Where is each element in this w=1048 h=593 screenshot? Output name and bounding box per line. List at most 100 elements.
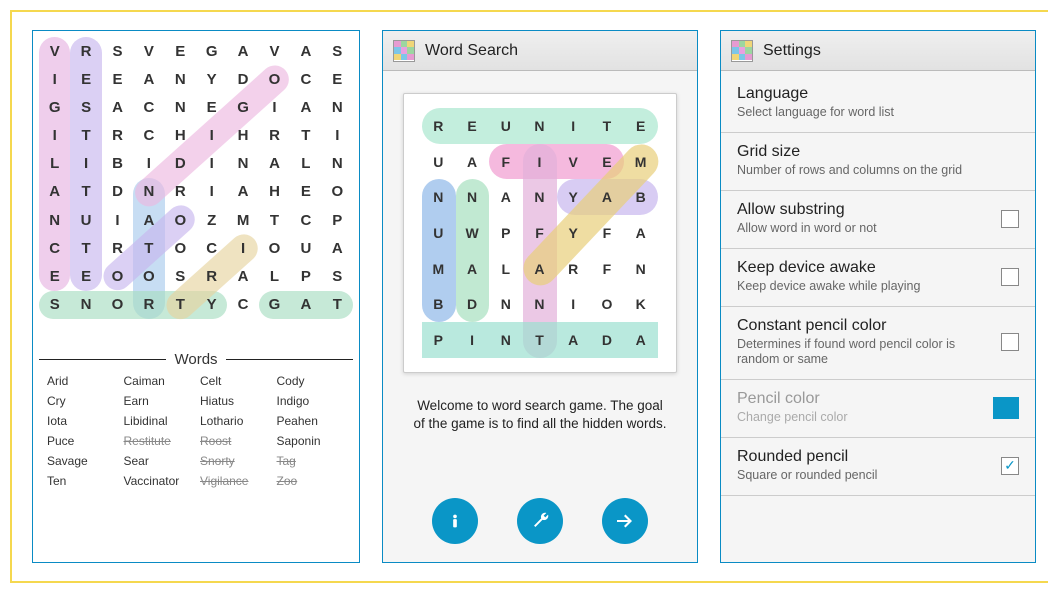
grid-cell[interactable]: T (70, 122, 101, 150)
grid-cell[interactable]: B (422, 287, 456, 323)
grid-cell[interactable]: A (456, 144, 490, 180)
setting-awake[interactable]: Keep device awakeKeep device awake while… (721, 249, 1035, 307)
grid-cell[interactable]: E (70, 262, 101, 290)
grid-cell[interactable]: O (165, 206, 196, 234)
grid-cell[interactable]: E (456, 108, 490, 144)
grid-cell[interactable]: F (523, 215, 557, 251)
grid-cell[interactable]: M (422, 251, 456, 287)
grid-cell[interactable]: R (557, 251, 591, 287)
grid-cell[interactable]: E (165, 37, 196, 65)
grid-cell[interactable]: U (290, 234, 321, 262)
grid-cell[interactable]: R (133, 291, 164, 319)
grid-cell[interactable]: L (39, 150, 70, 178)
grid-cell[interactable]: I (456, 322, 490, 358)
preview-grid[interactable]: REUNITEUAFIVEMNNANYABUWPFYFAMALARFNBDNNI… (422, 108, 658, 358)
grid-cell[interactable]: I (102, 206, 133, 234)
grid-cell[interactable]: S (39, 291, 70, 319)
setting-pencilcolor[interactable]: Pencil colorChange pencil color (721, 380, 1035, 438)
grid-cell[interactable]: F (591, 251, 625, 287)
grid-cell[interactable]: I (39, 65, 70, 93)
checkbox[interactable] (1001, 210, 1019, 228)
grid-cell[interactable]: W (456, 215, 490, 251)
grid-cell[interactable]: H (259, 178, 290, 206)
grid-cell[interactable]: N (523, 108, 557, 144)
grid-cell[interactable]: T (523, 322, 557, 358)
grid-cell[interactable]: D (591, 322, 625, 358)
grid-cell[interactable] (165, 319, 196, 347)
grid-cell[interactable]: P (322, 206, 353, 234)
grid-cell[interactable]: N (227, 150, 258, 178)
grid-cell[interactable]: I (196, 150, 227, 178)
grid-cell[interactable]: C (227, 291, 258, 319)
grid-cell[interactable]: M (624, 144, 658, 180)
grid-cell[interactable]: N (165, 93, 196, 121)
letter-grid[interactable]: VRSVEGAVASIEEANYDOCEGSACNEGIANITRCHIHRTI… (39, 37, 353, 347)
grid-cell[interactable]: R (422, 108, 456, 144)
grid-cell[interactable]: B (624, 179, 658, 215)
grid-cell[interactable]: Y (557, 179, 591, 215)
grid-cell[interactable]: U (422, 144, 456, 180)
setting-rounded[interactable]: Rounded pencilSquare or rounded pencil✓ (721, 438, 1035, 496)
grid-cell[interactable]: N (165, 65, 196, 93)
grid-cell[interactable]: H (165, 122, 196, 150)
grid-cell[interactable]: G (227, 93, 258, 121)
grid-cell[interactable]: I (322, 122, 353, 150)
grid-cell[interactable]: N (39, 206, 70, 234)
grid-cell[interactable]: N (422, 179, 456, 215)
grid-cell[interactable]: O (165, 234, 196, 262)
grid-cell[interactable]: T (591, 108, 625, 144)
grid-cell[interactable]: T (165, 291, 196, 319)
grid-cell[interactable]: E (290, 178, 321, 206)
grid-cell[interactable]: E (102, 65, 133, 93)
grid-cell[interactable]: C (290, 65, 321, 93)
grid-cell[interactable]: L (290, 150, 321, 178)
grid-cell[interactable]: O (259, 65, 290, 93)
grid-cell[interactable]: O (133, 262, 164, 290)
setting-constcolor[interactable]: Constant pencil colorDetermines if found… (721, 307, 1035, 380)
grid-cell[interactable]: M (227, 206, 258, 234)
grid-cell[interactable]: N (456, 179, 490, 215)
grid-cell[interactable]: R (165, 178, 196, 206)
grid-cell[interactable]: A (557, 322, 591, 358)
grid-cell[interactable]: O (102, 291, 133, 319)
grid-cell[interactable]: T (322, 291, 353, 319)
grid-cell[interactable] (102, 319, 133, 347)
grid-cell[interactable]: S (165, 262, 196, 290)
grid-cell[interactable]: O (591, 287, 625, 323)
checkbox[interactable] (1001, 333, 1019, 351)
grid-cell[interactable]: I (227, 234, 258, 262)
grid-cell[interactable] (133, 319, 164, 347)
grid-cell[interactable] (290, 319, 321, 347)
grid-cell[interactable]: A (102, 93, 133, 121)
grid-cell[interactable]: L (489, 251, 523, 287)
grid-cell[interactable] (322, 319, 353, 347)
grid-cell[interactable]: S (102, 37, 133, 65)
grid-cell[interactable]: C (133, 93, 164, 121)
grid-cell[interactable]: I (133, 150, 164, 178)
grid-cell[interactable]: A (624, 322, 658, 358)
grid-cell[interactable]: E (196, 93, 227, 121)
grid-cell[interactable] (39, 319, 70, 347)
color-swatch[interactable] (993, 397, 1019, 419)
setting-gridsize[interactable]: Grid sizeNumber of rows and columns on t… (721, 133, 1035, 191)
grid-cell[interactable]: I (196, 122, 227, 150)
grid-cell[interactable]: D (165, 150, 196, 178)
grid-cell[interactable]: V (259, 37, 290, 65)
grid-cell[interactable]: R (102, 122, 133, 150)
grid-cell[interactable]: G (196, 37, 227, 65)
grid-cell[interactable]: A (227, 262, 258, 290)
grid-cell[interactable]: R (102, 234, 133, 262)
grid-cell[interactable]: C (133, 122, 164, 150)
grid-cell[interactable]: S (70, 93, 101, 121)
grid-cell[interactable]: H (227, 122, 258, 150)
settings-button[interactable] (517, 498, 563, 544)
grid-cell[interactable]: B (102, 150, 133, 178)
grid-cell[interactable] (227, 319, 258, 347)
grid-cell[interactable]: L (259, 262, 290, 290)
grid-cell[interactable]: N (133, 178, 164, 206)
grid-cell[interactable]: A (591, 179, 625, 215)
grid-cell[interactable] (70, 319, 101, 347)
grid-cell[interactable]: Y (196, 65, 227, 93)
grid-cell[interactable]: I (70, 150, 101, 178)
grid-cell[interactable]: A (39, 178, 70, 206)
